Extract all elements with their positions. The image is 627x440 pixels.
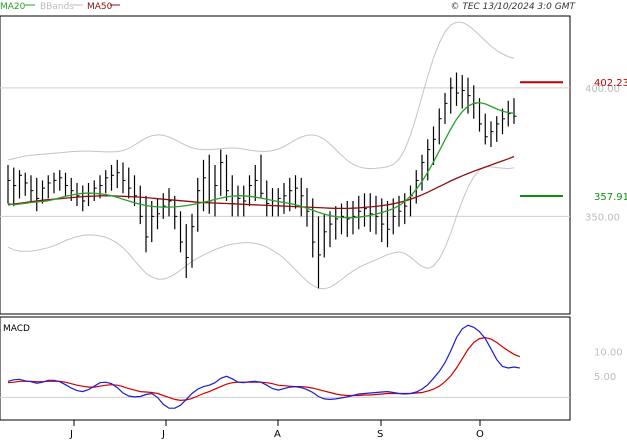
x-tick-label: S xyxy=(377,429,383,440)
price-marker-label: 402.23 xyxy=(594,78,627,89)
price-plot-frame xyxy=(0,15,571,315)
price-marker-label: 357.91 xyxy=(594,192,627,203)
price-tick-label: 350.00 xyxy=(585,212,620,223)
legend-ma20-label: MA20 xyxy=(0,2,26,12)
macd-tick-label: 10.00 xyxy=(594,347,623,358)
macd-panel: 10.00 5.00 MACD xyxy=(0,316,623,421)
x-tick-label: A xyxy=(274,429,281,440)
macd-axis-labels: 10.00 5.00 xyxy=(594,347,623,383)
chart-legend: MA20 BBands MA50 xyxy=(0,2,120,12)
macd-tick-label: 5.00 xyxy=(594,372,616,383)
x-axis: JJASO xyxy=(69,420,484,440)
macd-plot-frame xyxy=(0,316,571,421)
source-timestamp: © TEC 13/10/2024 3:0 GMT xyxy=(450,2,576,12)
x-tick-label: J xyxy=(69,429,73,440)
legend-bbands-label: BBands xyxy=(40,2,74,12)
x-tick-label: J xyxy=(161,429,165,440)
legend-ma50-label: MA50 xyxy=(87,2,113,12)
x-tick-label: O xyxy=(476,429,484,440)
macd-title: MACD xyxy=(3,324,30,334)
stock-chart: MA20 BBands MA50 © TEC 13/10/2024 3:0 GM… xyxy=(0,2,627,440)
price-panel: 400.00350.00 402.23357.91 xyxy=(0,15,627,315)
